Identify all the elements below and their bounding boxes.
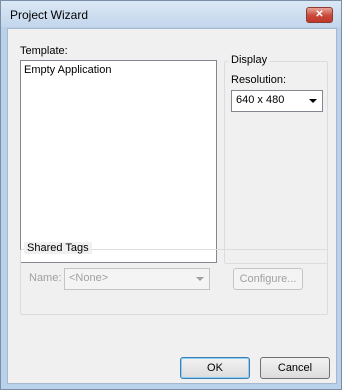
resolution-value: 640 x 480 xyxy=(236,94,285,106)
resolution-label: Resolution: xyxy=(231,74,287,86)
chevron-down-icon xyxy=(196,277,204,281)
ok-button[interactable]: OK xyxy=(180,357,250,379)
title-bar[interactable]: Project Wizard ✕ xyxy=(1,1,341,27)
display-group: Display Resolution: 640 x 480 xyxy=(224,54,328,264)
chevron-down-icon xyxy=(309,99,317,103)
close-icon: ✕ xyxy=(315,9,324,20)
display-group-label: Display xyxy=(228,54,271,66)
template-label: Template: xyxy=(20,45,68,57)
tag-name-value: <None> xyxy=(69,272,109,284)
close-button[interactable]: ✕ xyxy=(306,7,333,23)
dialog-client-area: Template: Empty Application Display Reso… xyxy=(7,28,337,384)
resolution-select[interactable]: 640 x 480 xyxy=(231,90,323,112)
shared-tags-group-label: Shared Tags xyxy=(24,242,92,254)
tag-name-select[interactable]: <None> xyxy=(64,268,210,290)
project-wizard-window: Project Wizard ✕ Template: Empty Applica… xyxy=(0,0,342,390)
window-title: Project Wizard xyxy=(10,8,89,22)
template-item-empty-application[interactable]: Empty Application xyxy=(24,64,111,76)
configure-button[interactable]: Configure... xyxy=(233,268,303,290)
template-list[interactable]: Empty Application xyxy=(20,60,217,263)
tag-name-label: Name: xyxy=(29,272,62,284)
shared-tags-group: Shared Tags Name: <None> Configure... xyxy=(20,242,328,315)
cancel-button[interactable]: Cancel xyxy=(260,357,330,379)
